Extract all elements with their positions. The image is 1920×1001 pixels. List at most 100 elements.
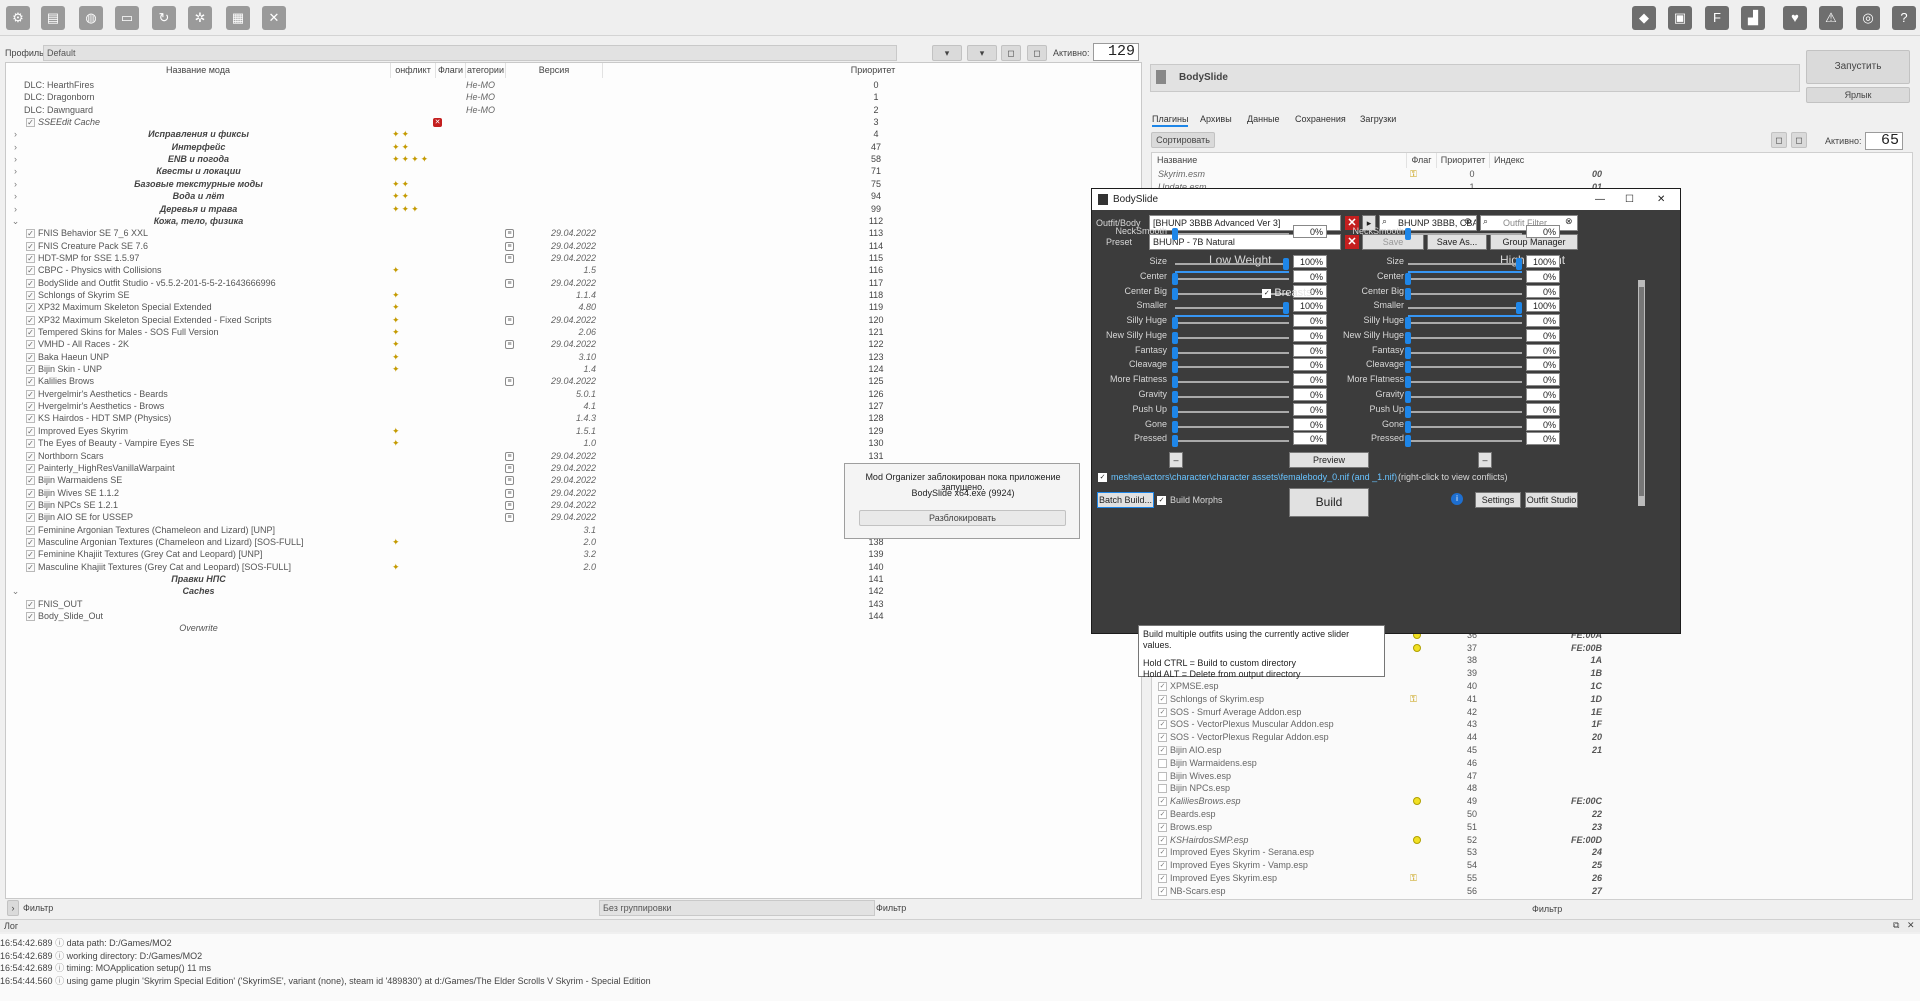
- high-value[interactable]: 0%: [1526, 225, 1560, 238]
- high-slider-track[interactable]: [1408, 410, 1522, 413]
- high-slider-track[interactable]: [1408, 233, 1522, 235]
- mod-checkbox[interactable]: ✓: [26, 525, 35, 535]
- output-path[interactable]: meshes\actors\character\character assets…: [1111, 472, 1397, 482]
- tab-2[interactable]: Данные: [1247, 111, 1280, 127]
- col-flags[interactable]: Флаги: [436, 63, 466, 78]
- mod-checkbox[interactable]: ✓: [26, 537, 35, 547]
- high-slider-track[interactable]: [1408, 425, 1522, 428]
- plugin-row[interactable]: ✓ Bijin AIO.esp 45 21: [1152, 744, 1912, 757]
- nexus-logo-icon[interactable]: ◆: [1632, 6, 1656, 30]
- high-slider-track[interactable]: [1408, 440, 1522, 443]
- high-value[interactable]: 0%: [1526, 284, 1560, 298]
- folder-button[interactable]: ▾: [967, 45, 997, 61]
- mod-checkbox[interactable]: ✓: [26, 253, 35, 263]
- mod-checkbox[interactable]: ✓: [26, 315, 35, 325]
- high-slider-thumb[interactable]: [1405, 391, 1411, 404]
- scrollbar-thumb[interactable]: [1639, 287, 1644, 496]
- high-slider-track[interactable]: [1408, 277, 1522, 280]
- col-version[interactable]: Версия: [506, 63, 603, 78]
- plugin-checkbox[interactable]: ✓: [1158, 822, 1167, 832]
- low-slider-track[interactable]: [1175, 307, 1289, 318]
- high-value[interactable]: 0%: [1526, 432, 1560, 446]
- low-value[interactable]: 0%: [1293, 343, 1327, 357]
- high-slider-thumb[interactable]: [1516, 258, 1522, 270]
- archives-button[interactable]: ▾: [932, 45, 962, 61]
- mod-checkbox[interactable]: ✓: [26, 118, 35, 128]
- low-slider-thumb[interactable]: [1172, 391, 1178, 404]
- col-plugin-flags[interactable]: Флаг: [1407, 153, 1437, 168]
- col-plugin-priority[interactable]: Приоритет: [1437, 153, 1490, 168]
- wrench-icon[interactable]: ✕: [262, 6, 286, 30]
- help-icon[interactable]: ?: [1892, 6, 1916, 30]
- low-slider-thumb[interactable]: [1172, 287, 1178, 300]
- plugin-row[interactable]: ✓ SOS - Smurf Average Addon.esp 42 1E: [1152, 706, 1912, 719]
- plugin-checkbox[interactable]: [1158, 784, 1167, 794]
- low-slider-track[interactable]: [1175, 336, 1289, 339]
- low-slider-thumb[interactable]: [1172, 228, 1178, 240]
- plugin-row[interactable]: ✓ SOS - VectorPlexus Muscular Addon.esp 43…: [1152, 718, 1912, 731]
- low-value[interactable]: 0%: [1293, 373, 1327, 387]
- plugin-up-button[interactable]: ◻: [1771, 132, 1787, 148]
- mod-checkbox[interactable]: ✓: [26, 241, 35, 251]
- backup-button[interactable]: ◻: [1001, 45, 1021, 61]
- high-slider-thumb[interactable]: [1405, 405, 1411, 418]
- plugin-checkbox[interactable]: ✓: [1158, 707, 1167, 717]
- high-value[interactable]: 0%: [1526, 402, 1560, 416]
- mod-checkbox[interactable]: ✓: [26, 414, 35, 424]
- high-slider-track[interactable]: [1408, 307, 1522, 318]
- plugin-row[interactable]: ✓ Schlongs of Skyrim.esp ⚿ 41 1D: [1152, 693, 1912, 706]
- low-slider-thumb[interactable]: [1172, 331, 1178, 344]
- low-slider-track[interactable]: [1175, 277, 1289, 280]
- plugin-checkbox[interactable]: ✓: [1158, 835, 1167, 845]
- low-slider-track[interactable]: [1175, 396, 1289, 399]
- run-button[interactable]: Запустить: [1806, 50, 1910, 84]
- mod-checkbox[interactable]: ✓: [26, 303, 35, 313]
- build-morphs-checkbox[interactable]: ✓: [1157, 496, 1166, 505]
- plugin-checkbox[interactable]: ✓: [1158, 733, 1167, 743]
- mod-checkbox[interactable]: ✓: [26, 352, 35, 362]
- col-priority[interactable]: Приоритет: [603, 63, 1141, 78]
- mod-checkbox[interactable]: ✓: [26, 562, 35, 572]
- low-slider-thumb[interactable]: [1283, 258, 1289, 270]
- low-slider-thumb[interactable]: [1172, 361, 1178, 374]
- mod-checkbox[interactable]: ✓: [26, 365, 35, 375]
- mod-checkbox[interactable]: ✓: [26, 476, 35, 486]
- low-slider-track[interactable]: [1175, 233, 1289, 235]
- high-slider-thumb[interactable]: [1405, 331, 1411, 344]
- low-slider-thumb[interactable]: [1172, 435, 1178, 448]
- high-value[interactable]: 0%: [1526, 343, 1560, 357]
- profiles-icon[interactable]: ⚙: [6, 6, 30, 30]
- plugin-checkbox[interactable]: ✓: [1158, 810, 1167, 819]
- low-value[interactable]: 0%: [1293, 314, 1327, 328]
- plugin-checkbox[interactable]: ✓: [1158, 886, 1167, 896]
- heart-icon[interactable]: ♥: [1783, 6, 1807, 30]
- plugin-checkbox[interactable]: ✓: [1158, 874, 1167, 883]
- high-minus-button[interactable]: –: [1478, 452, 1492, 468]
- high-value[interactable]: 100%: [1526, 255, 1560, 268]
- low-value[interactable]: 0%: [1293, 417, 1327, 431]
- high-value[interactable]: 0%: [1526, 358, 1560, 372]
- high-value[interactable]: 0%: [1526, 314, 1560, 328]
- plugin-row[interactable]: Bijin Warmaidens.esp 46: [1152, 757, 1912, 770]
- plugin-row[interactable]: ✓ Beards.esp 50 22: [1152, 808, 1912, 821]
- mod-filter-input[interactable]: Фильтр: [23, 903, 53, 913]
- batch-build-button[interactable]: Batch Build...: [1097, 492, 1154, 508]
- high-slider-thumb[interactable]: [1405, 376, 1411, 389]
- high-slider-thumb[interactable]: [1405, 346, 1411, 359]
- mod-checkbox[interactable]: ✓: [26, 513, 35, 523]
- high-value[interactable]: 0%: [1526, 328, 1560, 342]
- settings-button[interactable]: Settings: [1475, 492, 1521, 508]
- mod-checkbox[interactable]: ✓: [26, 488, 35, 498]
- mod-checkbox[interactable]: ✓: [26, 439, 35, 449]
- plugin-row[interactable]: ✓ Improved Eyes Skyrim - Serana.esp 53 24: [1152, 846, 1912, 859]
- low-value[interactable]: 0%: [1293, 388, 1327, 402]
- plugin-checkbox[interactable]: ✓: [1158, 797, 1167, 807]
- mod-checkbox[interactable]: ✓: [26, 278, 35, 288]
- archive-icon[interactable]: ▣: [1668, 6, 1692, 30]
- low-value[interactable]: 0%: [1293, 328, 1327, 342]
- plugin-row[interactable]: ✓ Improved Eyes Skyrim.esp ⚿ 55 26: [1152, 872, 1912, 885]
- settings-icon[interactable]: ✲: [188, 6, 212, 30]
- update-icon[interactable]: ◎: [1856, 6, 1880, 30]
- high-slider-thumb[interactable]: [1405, 228, 1411, 240]
- profile-select[interactable]: Default: [43, 45, 897, 61]
